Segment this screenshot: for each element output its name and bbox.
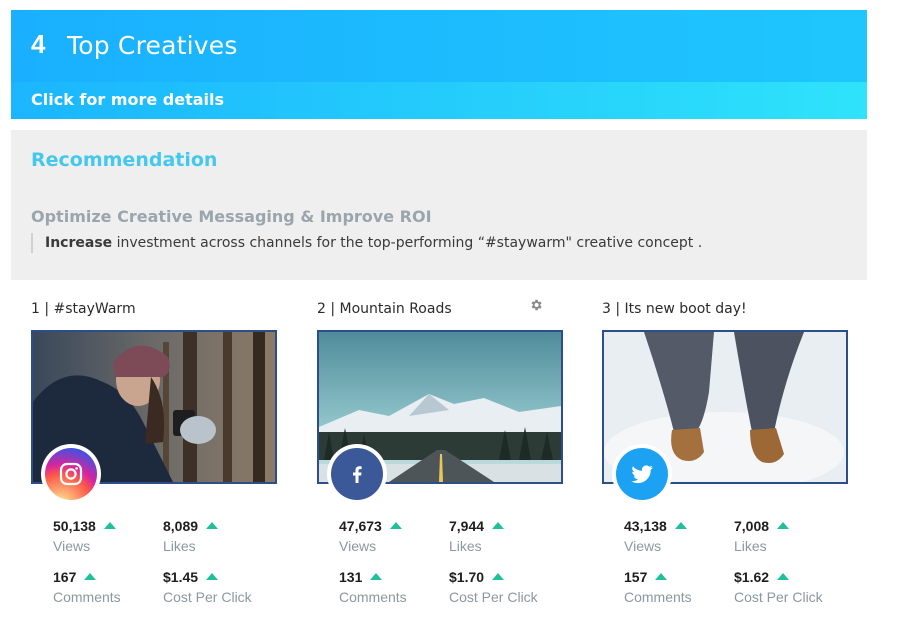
views-stat: 43,138 Views xyxy=(624,518,687,554)
likes-stat: 8,089 Likes xyxy=(163,518,219,554)
trend-up-icon xyxy=(492,573,505,580)
views-label: Views xyxy=(339,538,377,554)
more-details-link[interactable]: Click for more details xyxy=(31,90,224,109)
recommendation-title: Recommendation xyxy=(31,149,218,171)
facebook-badge xyxy=(327,444,387,504)
views-label: Views xyxy=(53,538,91,554)
trend-up-icon xyxy=(655,573,668,580)
recommendation-panel: Recommendation Optimize Creative Messagi… xyxy=(11,130,867,280)
likes-stat: 7,008 Likes xyxy=(734,518,790,554)
likes-label: Likes xyxy=(449,538,482,554)
trend-up-icon xyxy=(777,522,790,529)
creative-title: 3 | Its new boot day! xyxy=(602,301,747,317)
recommendation-body-bold: Increase xyxy=(45,235,113,251)
cost-per-click-label: Cost Per Click xyxy=(163,589,252,605)
trend-up-icon xyxy=(103,522,116,529)
trend-up-icon xyxy=(206,573,219,580)
facebook-icon xyxy=(331,448,383,500)
views-label: Views xyxy=(624,538,662,554)
views-stat: 47,673 Views xyxy=(339,518,402,554)
likes-stat: 7,944 Likes xyxy=(449,518,505,554)
comments-label: Comments xyxy=(53,589,121,605)
views-value: 47,673 xyxy=(339,518,382,534)
creative-title: 2 | Mountain Roads xyxy=(317,301,452,317)
section-title: Top Creatives xyxy=(67,31,238,60)
cost-per-click-value: $1.70 xyxy=(449,569,485,585)
views-stat: 50,138 Views xyxy=(53,518,116,554)
section-number: 4 xyxy=(31,29,46,59)
comments-value: 131 xyxy=(339,569,363,585)
comments-value: 167 xyxy=(53,569,77,585)
cost-per-click-stat: $1.62 Cost Per Click xyxy=(734,569,823,605)
views-value: 50,138 xyxy=(53,518,96,534)
trend-up-icon xyxy=(84,573,97,580)
views-value: 43,138 xyxy=(624,518,667,534)
likes-value: 7,944 xyxy=(449,518,485,534)
trend-up-icon xyxy=(492,522,505,529)
trend-up-icon xyxy=(674,522,687,529)
creative-card-2[interactable]: 2 | Mountain Roads 47,673 Views 7,944 Li… xyxy=(316,298,566,618)
cost-per-click-stat: $1.45 Cost Per Click xyxy=(163,569,252,605)
comments-label: Comments xyxy=(339,589,407,605)
likes-value: 8,089 xyxy=(163,518,199,534)
likes-value: 7,008 xyxy=(734,518,770,534)
creative-card-1[interactable]: 1 | #stayWarm 50,138 Views 8,089 Likes 1… xyxy=(30,298,280,618)
instagram-icon xyxy=(45,448,97,500)
top-creatives-header[interactable]: 4 Top Creatives Click for more details xyxy=(11,10,867,119)
trend-up-icon xyxy=(206,522,219,529)
instagram-badge xyxy=(41,444,101,504)
twitter-icon xyxy=(616,448,668,500)
recommendation-body: Increase investment across channels for … xyxy=(31,233,702,253)
recommendation-subtitle: Optimize Creative Messaging & Improve RO… xyxy=(31,207,432,226)
trend-up-icon xyxy=(370,573,383,580)
cost-per-click-value: $1.62 xyxy=(734,569,770,585)
comments-stat: 167 Comments xyxy=(53,569,121,605)
recommendation-body-text: investment across channels for the top-p… xyxy=(112,235,703,251)
likes-label: Likes xyxy=(163,538,196,554)
twitter-badge xyxy=(612,444,672,504)
cost-per-click-stat: $1.70 Cost Per Click xyxy=(449,569,538,605)
trend-up-icon xyxy=(777,573,790,580)
comments-label: Comments xyxy=(624,589,692,605)
cost-per-click-label: Cost Per Click xyxy=(449,589,538,605)
comments-value: 157 xyxy=(624,569,648,585)
likes-label: Likes xyxy=(734,538,767,554)
comments-stat: 157 Comments xyxy=(624,569,692,605)
cost-per-click-label: Cost Per Click xyxy=(734,589,823,605)
cost-per-click-value: $1.45 xyxy=(163,569,199,585)
trend-up-icon xyxy=(389,522,402,529)
comments-stat: 131 Comments xyxy=(339,569,407,605)
creative-card-3[interactable]: 3 | Its new boot day! 43,138 Views 7,008… xyxy=(601,298,851,618)
creative-title: 1 | #stayWarm xyxy=(31,301,136,317)
